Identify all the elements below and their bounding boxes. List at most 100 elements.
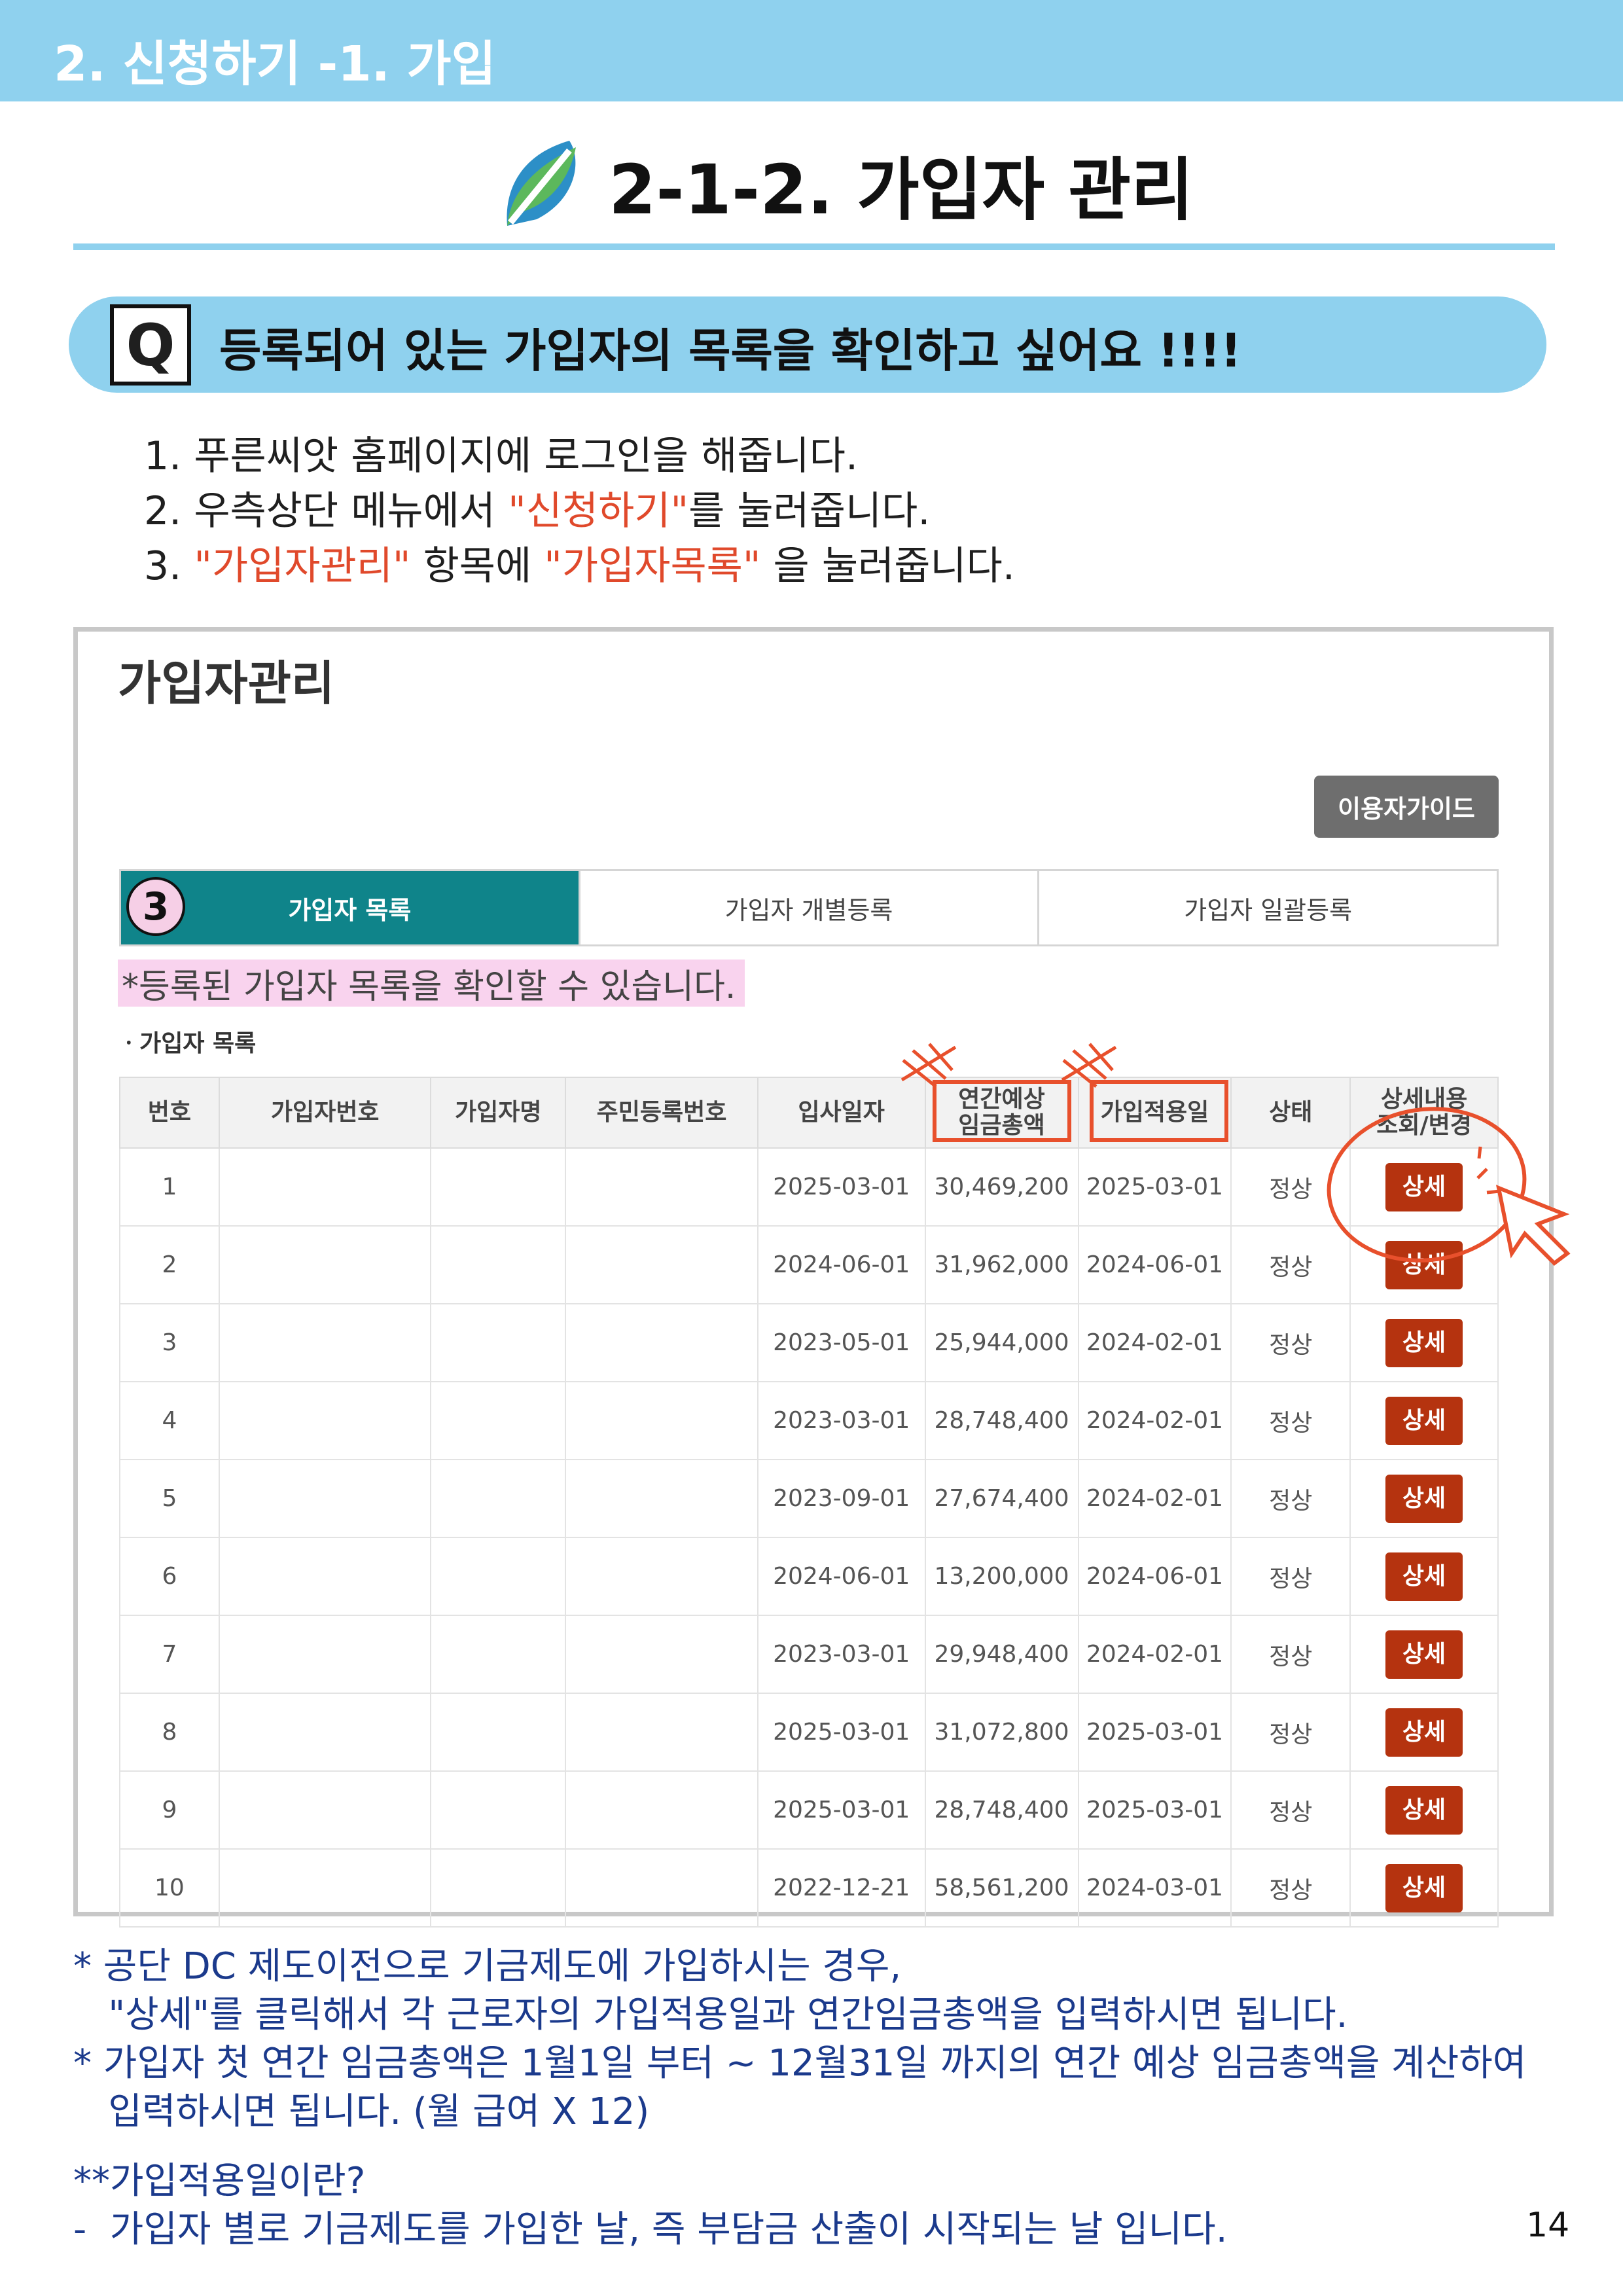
section-title: 2-1-2. 가입자 관리 bbox=[609, 149, 1194, 230]
definition-text: - 가입자 별로 기금제도를 가입한 날, 즉 부담금 산출이 시작되는 날 입… bbox=[73, 2208, 1228, 2251]
step-text: 푸른씨앗 홈페이지에 로그인을 해줍니다. bbox=[181, 433, 859, 479]
step-text: 을 눌러줍니다. bbox=[760, 543, 1015, 589]
table-cell-hire-date: 2025-03-01 bbox=[757, 1693, 926, 1772]
step-text: 항목에 bbox=[410, 543, 544, 589]
step-text bbox=[181, 543, 194, 589]
table-cell-member-no bbox=[218, 1459, 432, 1538]
table-row: 10 2022-12-21 58,561,200 2024-03-01 정상 상세 bbox=[119, 1848, 1499, 1928]
table-cell-no: 8 bbox=[119, 1693, 220, 1772]
table-cell-rrn bbox=[565, 1147, 758, 1227]
page-number: 14 bbox=[1526, 2206, 1570, 2245]
table-cell-member-no bbox=[218, 1381, 432, 1460]
step-number: 1. bbox=[144, 433, 182, 479]
step-badge: 3 bbox=[126, 877, 185, 936]
step-item: 2. 우측상단 메뉴에서 "신청하기"를 눌러줍니다. bbox=[144, 484, 1015, 539]
detail-button[interactable]: 상세 bbox=[1385, 1474, 1463, 1523]
user-guide-button[interactable]: 이용자가이드 bbox=[1314, 776, 1499, 838]
table-row: 4 2023-03-01 28,748,400 2024-02-01 정상 상세 bbox=[119, 1381, 1499, 1460]
table-row: 1 2025-03-01 30,469,200 2025-03-01 정상 상세 bbox=[119, 1147, 1499, 1227]
tab-member-list[interactable]: 가입자 목록 bbox=[121, 871, 579, 944]
table-cell-status: 정상 bbox=[1230, 1537, 1351, 1616]
table-cell-name bbox=[430, 1459, 567, 1538]
table-cell-apply-date: 2024-02-01 bbox=[1077, 1459, 1232, 1538]
table-cell-hire-date: 2024-06-01 bbox=[757, 1537, 926, 1616]
table-cell-apply-date: 2024-06-01 bbox=[1077, 1537, 1232, 1616]
hint-text: *등록된 가입자 목록을 확인할 수 있습니다. bbox=[118, 960, 745, 1007]
table-cell-name bbox=[430, 1693, 567, 1772]
table-cell-rrn bbox=[565, 1303, 758, 1382]
col-header: 주민등록번호 bbox=[565, 1077, 758, 1149]
detail-button[interactable]: 상세 bbox=[1385, 1162, 1463, 1211]
table-cell-no: 7 bbox=[119, 1615, 220, 1694]
table-cell-status: 정상 bbox=[1230, 1459, 1351, 1538]
table-row: 3 2023-05-01 25,944,000 2024-02-01 정상 상세 bbox=[119, 1303, 1499, 1382]
table-cell-annual-wage: 27,674,400 bbox=[924, 1459, 1079, 1538]
table-cell-rrn bbox=[565, 1615, 758, 1694]
table-cell-apply-date: 2025-03-01 bbox=[1077, 1693, 1232, 1772]
table-cell-name bbox=[430, 1770, 567, 1850]
table-cell-no: 4 bbox=[119, 1381, 220, 1460]
table-cell-hire-date: 2025-03-01 bbox=[757, 1147, 926, 1227]
table-cell-status: 정상 bbox=[1230, 1225, 1351, 1304]
detail-button[interactable]: 상세 bbox=[1385, 1552, 1463, 1601]
list-label: ㆍ가입자 목록 bbox=[118, 1030, 257, 1057]
table-cell-annual-wage: 58,561,200 bbox=[924, 1848, 1079, 1928]
tab-individual-register[interactable]: 가입자 개별등록 bbox=[578, 871, 1038, 944]
table-cell-annual-wage: 28,748,400 bbox=[924, 1770, 1079, 1850]
table-cell-annual-wage: 28,748,400 bbox=[924, 1381, 1079, 1460]
table-cell-no: 5 bbox=[119, 1459, 220, 1538]
table-cell-annual-wage: 13,200,000 bbox=[924, 1537, 1079, 1616]
table-cell-status: 정상 bbox=[1230, 1303, 1351, 1382]
detail-button[interactable]: 상세 bbox=[1385, 1240, 1463, 1289]
table-cell-action: 상세 bbox=[1349, 1693, 1499, 1772]
table-cell-name bbox=[430, 1303, 567, 1382]
table-cell-rrn bbox=[565, 1225, 758, 1304]
table-cell-apply-date: 2024-02-01 bbox=[1077, 1303, 1232, 1382]
table-cell-member-no bbox=[218, 1225, 432, 1304]
tab-bar: 가입자 목록 가입자 개별등록 가입자 일괄등록 bbox=[119, 869, 1499, 946]
table-cell-member-no bbox=[218, 1303, 432, 1382]
table-cell-action: 상세 bbox=[1349, 1225, 1499, 1304]
definition-heading: **가입적용일이란? bbox=[73, 2160, 366, 2202]
table-cell-no: 2 bbox=[119, 1225, 220, 1304]
note-line: 입력하시면 됩니다. (월 급여 X 12) bbox=[73, 2090, 650, 2133]
table-cell-name bbox=[430, 1615, 567, 1694]
detail-button[interactable]: 상세 bbox=[1385, 1708, 1463, 1757]
col-header: 입사일자 bbox=[757, 1077, 926, 1149]
table-cell-rrn bbox=[565, 1459, 758, 1538]
table-cell-apply-date: 2025-03-01 bbox=[1077, 1770, 1232, 1850]
table-cell-no: 3 bbox=[119, 1303, 220, 1382]
top-banner: 2. 신청하기 -1. 가입 bbox=[0, 0, 1623, 101]
table-cell-rrn bbox=[565, 1537, 758, 1616]
q-badge: Q bbox=[110, 304, 191, 386]
page-title: 가입자관리 bbox=[118, 656, 335, 711]
note-line: * 가입자 첫 연간 임금총액은 1월1일 부터 ~ 12월31일 까지의 연간… bbox=[73, 2042, 1527, 2085]
table-cell-member-no bbox=[218, 1615, 432, 1694]
detail-button[interactable]: 상세 bbox=[1385, 1863, 1463, 1912]
col-header: 가입자명 bbox=[430, 1077, 567, 1149]
step-list: 1. 푸른씨앗 홈페이지에 로그인을 해줍니다. 2. 우측상단 메뉴에서 "신… bbox=[144, 429, 1015, 594]
table-cell-action: 상세 bbox=[1349, 1381, 1499, 1460]
table-cell-action: 상세 bbox=[1349, 1770, 1499, 1850]
table-cell-annual-wage: 30,469,200 bbox=[924, 1147, 1079, 1227]
table-cell-annual-wage: 29,948,400 bbox=[924, 1615, 1079, 1694]
detail-button[interactable]: 상세 bbox=[1385, 1785, 1463, 1835]
tab-bulk-register[interactable]: 가입자 일괄등록 bbox=[1037, 871, 1497, 944]
detail-button[interactable]: 상세 bbox=[1385, 1630, 1463, 1679]
detail-button[interactable]: 상세 bbox=[1385, 1318, 1463, 1367]
table-cell-status: 정상 bbox=[1230, 1147, 1351, 1227]
table-cell-name bbox=[430, 1537, 567, 1616]
banner-title: 2. 신청하기 -1. 가입 bbox=[54, 36, 496, 92]
table-cell-no: 6 bbox=[119, 1537, 220, 1616]
question-text: 등록되어 있는 가입자의 목록을 확인하고 싶어요 !!!! bbox=[219, 324, 1241, 378]
table-cell-no: 10 bbox=[119, 1848, 220, 1928]
note-line: * 공단 DC 제도이전으로 기금제도에 가입하시는 경우, bbox=[73, 1945, 902, 1988]
step-number: 3. bbox=[144, 543, 182, 589]
detail-button[interactable]: 상세 bbox=[1385, 1396, 1463, 1445]
step-highlight: "신청하기" bbox=[508, 488, 689, 534]
table-cell-apply-date: 2024-06-01 bbox=[1077, 1225, 1232, 1304]
col-header: 번호 bbox=[119, 1077, 220, 1149]
table-cell-apply-date: 2024-03-01 bbox=[1077, 1848, 1232, 1928]
table-cell-status: 정상 bbox=[1230, 1381, 1351, 1460]
notes-block: * 공단 DC 제도이전으로 기금제도에 가입하시는 경우, "상세"를 클릭해… bbox=[73, 1943, 1526, 2136]
